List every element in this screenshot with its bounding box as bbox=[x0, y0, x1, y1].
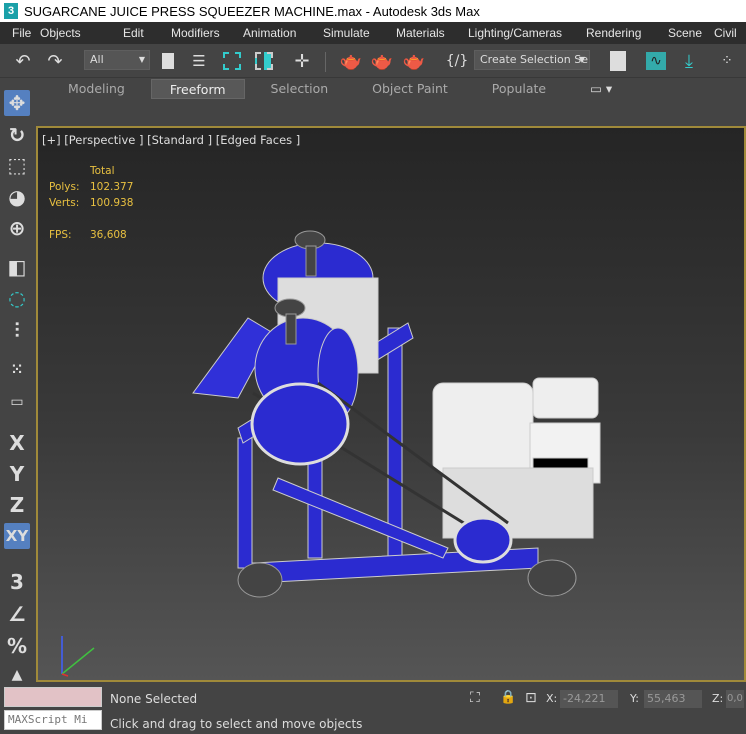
axis-y-button[interactable]: Y bbox=[4, 461, 30, 487]
menu-scene[interactable]: Scene bbox=[668, 26, 702, 40]
autogrid-icon[interactable]: ⁙ bbox=[4, 357, 30, 383]
menu-civil[interactable]: Civil bbox=[714, 26, 737, 40]
window-title: SUGARCANE JUICE PRESS SQUEEZER MACHINE.m… bbox=[24, 3, 480, 19]
placement-icon[interactable]: ◕ bbox=[4, 184, 30, 210]
tab-freeform[interactable]: Freeform bbox=[150, 79, 245, 99]
selection-set-value: Create Selection Se bbox=[480, 53, 588, 66]
y-coord-label: Y: bbox=[630, 692, 639, 705]
menu-materials[interactable]: Materials bbox=[396, 26, 445, 40]
tab-modeling[interactable]: Modeling bbox=[50, 79, 143, 99]
isolate-selection-icon[interactable]: ⛶ bbox=[470, 690, 480, 706]
select-by-name-icon[interactable]: ☰ bbox=[188, 50, 210, 72]
title-bar: 3 SUGARCANE JUICE PRESS SQUEEZER MACHINE… bbox=[0, 0, 746, 22]
menu-edit[interactable]: Edit bbox=[123, 26, 144, 40]
axis-tripod-icon bbox=[61, 636, 95, 677]
material-editor-icon[interactable]: ⁘ bbox=[716, 50, 738, 72]
select-object-icon[interactable] bbox=[157, 50, 179, 72]
menu-file[interactable]: File bbox=[12, 26, 31, 40]
ribbon-options-icon[interactable]: ▭ ▾ bbox=[572, 79, 630, 99]
x-coord-field[interactable]: -24,221 bbox=[560, 690, 618, 708]
curve-editor-icon[interactable]: ∿ bbox=[645, 50, 667, 72]
render-cloud-icon[interactable]: 🫖 bbox=[403, 50, 425, 72]
maxscript-mini-listener[interactable]: MAXScript Mi bbox=[4, 710, 102, 730]
ribbon: Modeling Freeform Selection Object Paint… bbox=[36, 78, 746, 100]
snaps-toggle-button[interactable]: 3 bbox=[4, 569, 30, 595]
array-icon[interactable]: ◌ bbox=[4, 285, 30, 311]
x-coord-label: X: bbox=[546, 692, 558, 705]
menu-rendering[interactable]: Rendering bbox=[586, 26, 641, 40]
render-setup-icon[interactable]: 🫖 bbox=[340, 50, 362, 72]
menu-lighting-cameras[interactable]: Lighting/Cameras bbox=[468, 26, 562, 40]
angle-snap-icon[interactable]: ∠ bbox=[4, 601, 30, 627]
layer-explorer-icon[interactable] bbox=[607, 50, 629, 72]
status-bar: MAXScript Mi None Selected Click and dra… bbox=[0, 684, 746, 734]
axis-xy-button[interactable]: XY bbox=[4, 523, 30, 549]
menu-objects[interactable]: Objects bbox=[40, 26, 81, 40]
menu-modifiers[interactable]: Modifiers bbox=[171, 26, 220, 40]
pivot-icon[interactable]: ⊕ bbox=[4, 215, 30, 241]
menu-animation[interactable]: Animation bbox=[243, 26, 296, 40]
select-and-move-icon[interactable]: ✛ bbox=[291, 50, 313, 72]
named-selection-dropdown[interactable]: Create Selection Se ▼ bbox=[474, 50, 590, 70]
rectangular-selection-icon[interactable] bbox=[221, 50, 243, 72]
y-coord-field[interactable]: 55,463 bbox=[644, 690, 702, 708]
menu-bar: File Objects Edit Modifiers Animation Si… bbox=[0, 22, 746, 44]
axis-z-button[interactable]: Z bbox=[4, 492, 30, 518]
absolute-mode-icon[interactable]: ⊡ bbox=[525, 690, 537, 706]
app-logo-icon: 3 bbox=[4, 3, 18, 19]
tab-populate[interactable]: Populate bbox=[474, 79, 564, 99]
schematic-view-icon[interactable]: ⤓ bbox=[678, 50, 700, 72]
render-icon[interactable]: 🫖 bbox=[371, 50, 393, 72]
z-coord-field[interactable]: 0,0 bbox=[726, 690, 744, 708]
left-toolbar: ✥ ↻ ⬚ ◕ ⊕ ◧ ◌ ⫶ ⁙ ▭ X Y Z XY 3 ∠ % ▲ bbox=[0, 86, 34, 684]
sugarcane-machine-model[interactable] bbox=[38, 128, 744, 680]
maxscript-listener-output[interactable] bbox=[4, 687, 102, 707]
axis-x-button[interactable]: X bbox=[4, 430, 30, 456]
mirror-icon[interactable]: ◧ bbox=[4, 254, 30, 280]
main-toolbar: ↶ ↷ All ▼ ☰ ✛ 🫖 🫖 🫖 {/} Create Selection … bbox=[0, 44, 746, 78]
selection-status: None Selected bbox=[110, 692, 198, 706]
menu-simulate[interactable]: Simulate bbox=[323, 26, 370, 40]
z-coord-label: Z: bbox=[712, 692, 724, 705]
perspective-viewport[interactable]: [+] [Perspective ] [Standard ] [Edged Fa… bbox=[36, 126, 746, 682]
redo-icon[interactable]: ↷ bbox=[44, 50, 66, 72]
selection-lock-icon[interactable]: 🔒 bbox=[500, 690, 516, 705]
edit-named-selection-icon[interactable]: {/} bbox=[446, 50, 469, 72]
selection-filter-dropdown[interactable]: All ▼ bbox=[84, 50, 150, 70]
align-icon[interactable]: ⫶ bbox=[4, 317, 30, 343]
prompt-line: Click and drag to select and move object… bbox=[110, 717, 363, 731]
scale-icon[interactable]: ⬚ bbox=[4, 152, 30, 178]
tab-object-paint[interactable]: Object Paint bbox=[354, 79, 466, 99]
percent-snap-icon[interactable]: % bbox=[4, 633, 30, 659]
window-crossing-icon[interactable] bbox=[253, 50, 275, 72]
rotate-icon[interactable]: ↻ bbox=[4, 122, 30, 148]
move-icon[interactable]: ✥ bbox=[4, 90, 30, 116]
tab-selection[interactable]: Selection bbox=[253, 79, 347, 99]
selection-filter-value: All bbox=[90, 53, 104, 66]
undo-icon[interactable]: ↶ bbox=[12, 50, 34, 72]
measure-icon[interactable]: ▭ bbox=[4, 389, 30, 415]
